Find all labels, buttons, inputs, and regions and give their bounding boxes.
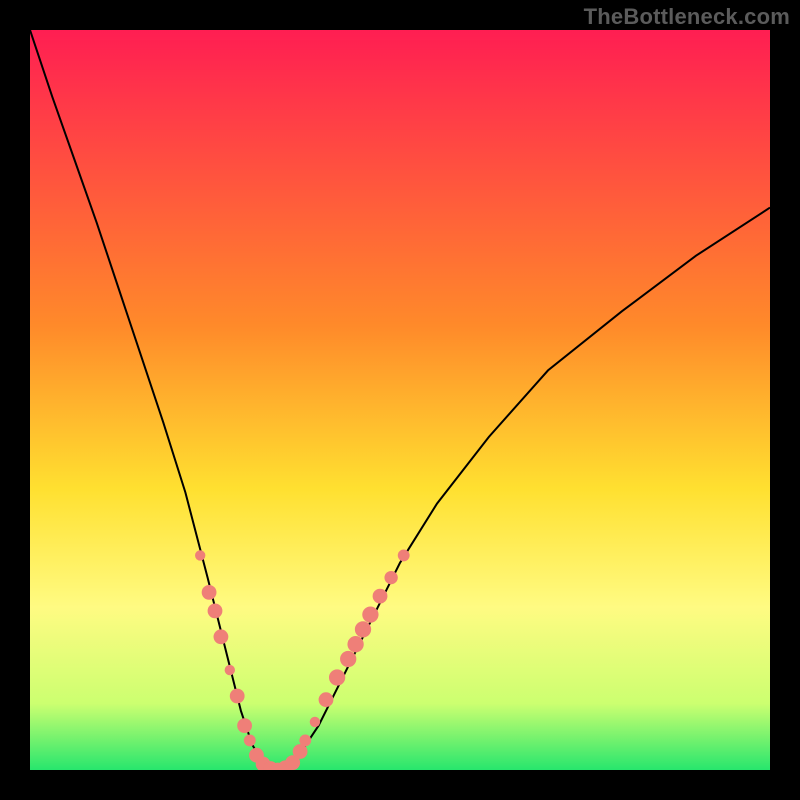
data-marker [225,665,235,675]
data-marker [319,692,334,707]
data-marker [329,669,345,685]
data-marker [237,718,252,733]
gradient-background [30,30,770,770]
bottleneck-chart [30,30,770,770]
data-marker [202,585,217,600]
data-marker [310,717,320,727]
data-marker [208,604,223,619]
data-marker [230,689,245,704]
data-marker [362,606,378,622]
data-marker [355,621,371,637]
data-marker [340,651,356,667]
chart-container: TheBottleneck.com [0,0,800,800]
data-marker [373,589,388,604]
data-marker [195,550,205,560]
watermark-text: TheBottleneck.com [584,4,790,30]
data-marker [398,549,410,561]
data-marker [384,571,397,584]
data-marker [244,734,256,746]
plot-area [30,30,770,770]
data-marker [347,636,363,652]
data-marker [214,629,229,644]
data-marker [299,734,311,746]
